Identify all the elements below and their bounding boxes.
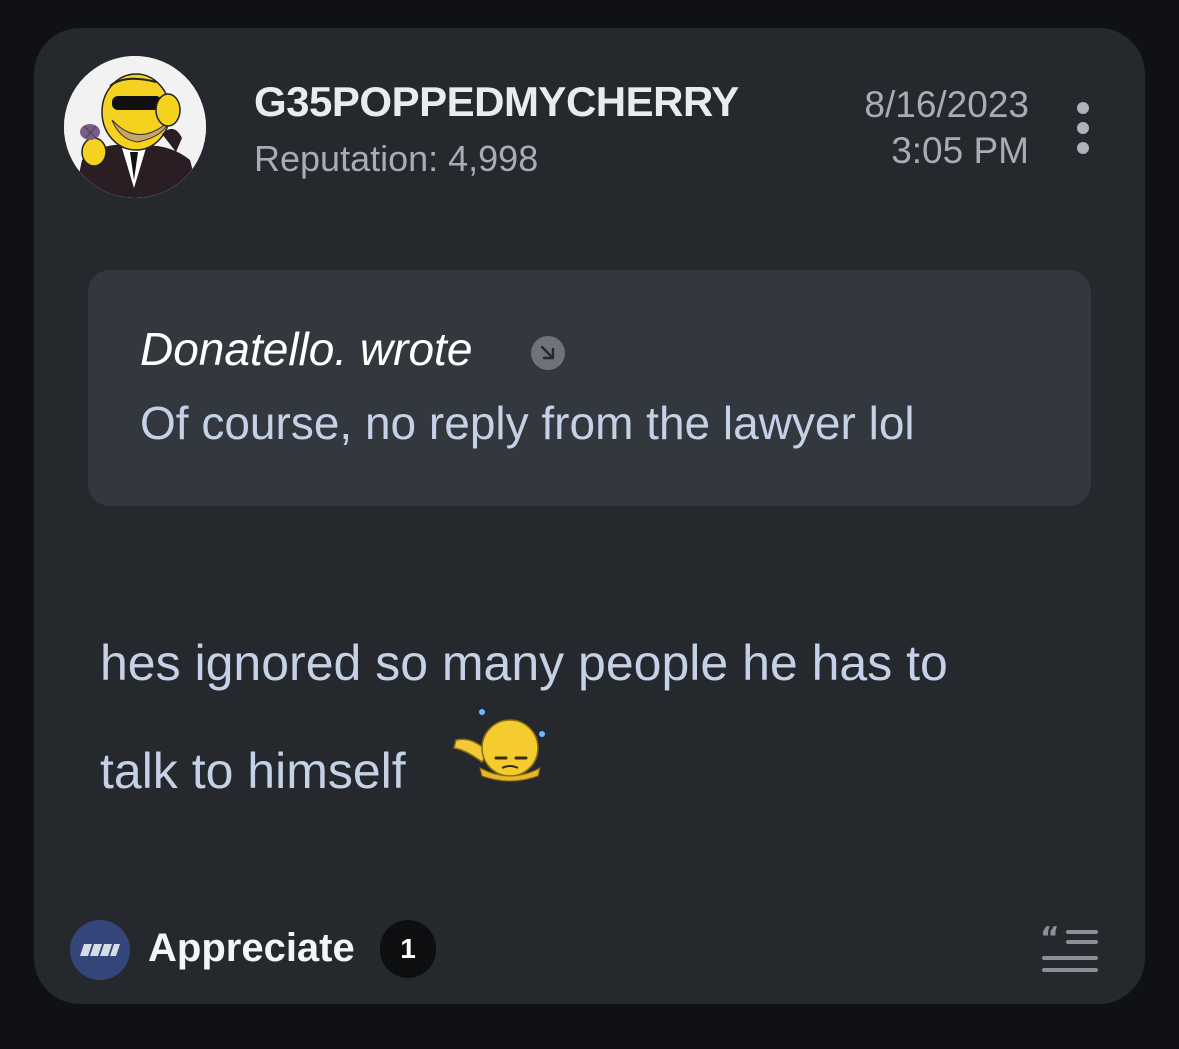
quote-reply-icon[interactable]: “ xyxy=(1040,921,1102,978)
quote-text: Of course, no reply from the lawyer lol xyxy=(140,397,915,449)
appreciate-button[interactable]: Appreciate xyxy=(148,926,355,971)
quote-block: Donatello. wrote Of course, no reply fro… xyxy=(88,270,1091,506)
appreciate-icon[interactable] xyxy=(70,920,130,980)
post-body-line: hes ignored so many people he has to xyxy=(100,635,948,691)
homer-avatar-image xyxy=(64,56,206,198)
post-time: 3:05 PM xyxy=(891,130,1029,171)
more-options-icon[interactable] xyxy=(1068,100,1098,156)
post-body-line: talk to himself xyxy=(100,743,406,799)
post-date: 8/16/2023 xyxy=(864,84,1029,125)
quote-author: Donatello. wrote xyxy=(140,323,473,375)
sweating-sad-emoji xyxy=(452,706,548,786)
svg-text:“: “ xyxy=(1040,922,1060,956)
author-username[interactable]: G35POPPEDMYCHERRY xyxy=(254,78,739,126)
appreciate-count-badge: 1 xyxy=(380,920,436,978)
jump-to-quote-icon[interactable] xyxy=(531,336,565,370)
author-reputation: Reputation: 4,998 xyxy=(254,138,539,179)
post-card: G35POPPEDMYCHERRY Reputation: 4,998 8/16… xyxy=(34,28,1145,1004)
user-avatar[interactable] xyxy=(64,56,206,198)
